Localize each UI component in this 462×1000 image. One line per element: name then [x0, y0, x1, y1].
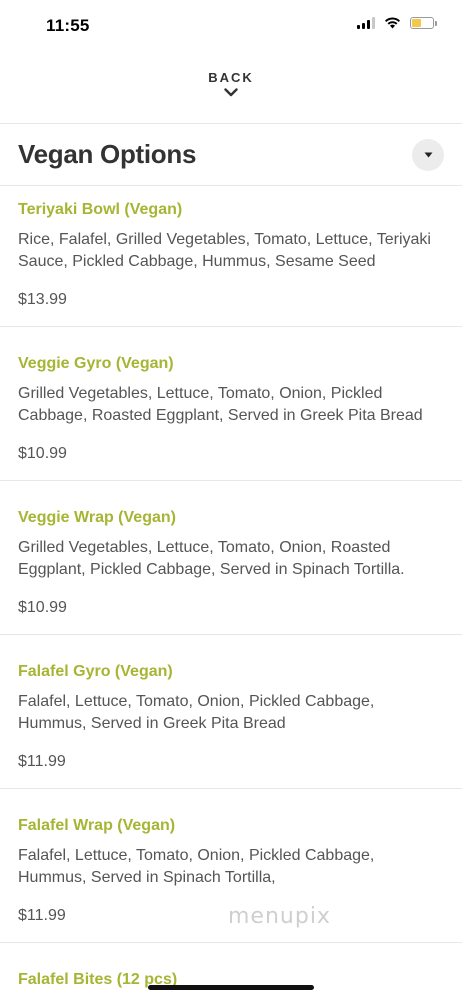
status-time: 11:55 [46, 16, 90, 35]
home-indicator [148, 985, 314, 990]
menu-item-name: Veggie Wrap (Vegan) [18, 509, 176, 526]
divider [0, 480, 462, 481]
menu-item-description: Grilled Vegetables, Lettuce, Tomato, Oni… [18, 385, 423, 424]
menu-item-description: Falafel, Lettuce, Tomato, Onion, Pickled… [18, 693, 375, 732]
menu-item-name: Falafel Wrap (Vegan) [18, 817, 176, 834]
menu-item-name: Veggie Gyro (Vegan) [18, 355, 174, 372]
divider [0, 942, 462, 943]
divider [0, 185, 462, 186]
menu-item-description: Rice, Falafel, Grilled Vegetables, Tomat… [18, 231, 431, 270]
section-title: Vegan Options [18, 139, 197, 169]
menu-item-price: $10.99 [18, 445, 67, 462]
menu-item-name: Teriyaki Bowl (Vegan) [18, 201, 183, 218]
menu-item-name: Falafel Gyro (Vegan) [18, 663, 173, 680]
chevron-down-icon [224, 88, 238, 97]
menu-item[interactable]: Veggie Wrap (Vegan) Grilled Vegetables, … [0, 509, 462, 619]
menu-item-price: $13.99 [18, 291, 67, 308]
battery-icon [410, 17, 437, 29]
cellular-signal-icon [357, 17, 375, 29]
menu-item-description: Grilled Vegetables, Lettuce, Tomato, Oni… [18, 539, 405, 578]
divider [0, 788, 462, 789]
divider [0, 326, 462, 327]
divider [0, 634, 462, 635]
menu-item-price: $10.99 [18, 599, 67, 616]
status-bar: 11:55 [0, 0, 462, 52]
back-button[interactable]: BACK [0, 52, 462, 124]
divider [0, 123, 462, 124]
watermark: menupix [228, 904, 331, 929]
caret-down-icon [424, 152, 432, 158]
menu-item[interactable]: Teriyaki Bowl (Vegan) Rice, Falafel, Gri… [0, 201, 462, 311]
section-collapse-button[interactable] [412, 139, 444, 171]
status-icons [357, 17, 437, 29]
menu-item-price: $11.99 [18, 907, 66, 924]
menu-item[interactable]: Falafel Gyro (Vegan) Falafel, Lettuce, T… [0, 663, 462, 773]
back-label: BACK [208, 70, 254, 85]
menu-item-description: Falafel, Lettuce, Tomato, Onion, Pickled… [18, 847, 375, 886]
section-header: Vegan Options [0, 125, 462, 185]
wifi-icon [385, 17, 400, 29]
menu-item[interactable]: Veggie Gyro (Vegan) Grilled Vegetables, … [0, 355, 462, 465]
menu-item-price: $11.99 [18, 753, 66, 770]
